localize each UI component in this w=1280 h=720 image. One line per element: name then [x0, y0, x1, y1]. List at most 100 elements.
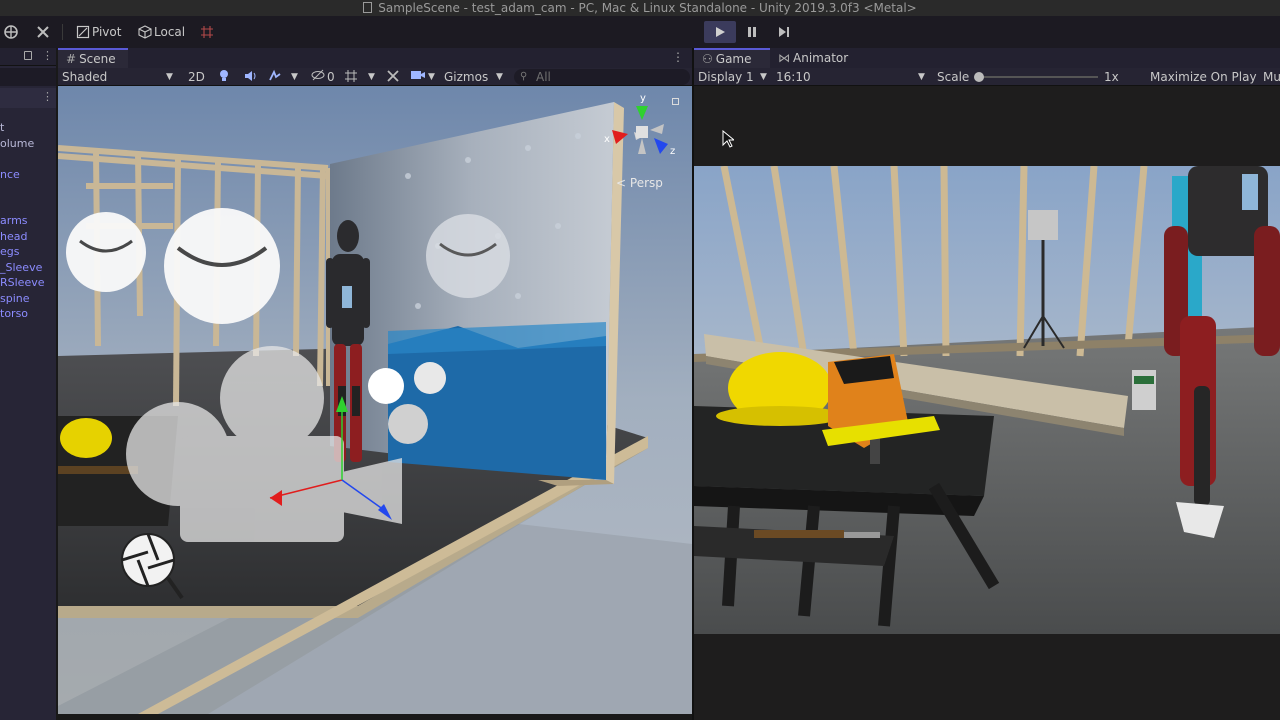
lock-icon[interactable] [24, 51, 32, 60]
hierarchy-scene-row[interactable]: ⋮ [0, 88, 56, 108]
display-dropdown[interactable]: Display 1 [698, 69, 754, 85]
hierarchy-item[interactable]: spine [0, 291, 56, 307]
camera-icon [411, 71, 425, 79]
game-tab-icon: ⚇ [702, 52, 713, 66]
hierarchy-item[interactable]: arms [0, 213, 56, 229]
step-button[interactable] [768, 21, 800, 43]
pause-button[interactable] [736, 21, 768, 43]
audio-toggle[interactable] [244, 69, 258, 87]
effects-icon [269, 69, 281, 81]
axis-y-label: y [640, 93, 646, 104]
maximize-on-play-toggle[interactable]: Maximize On Play [1150, 69, 1257, 85]
hierarchy-item[interactable]: nce [0, 167, 56, 183]
scale-value: 1x [1104, 70, 1119, 84]
display-dropdown-arrow-icon[interactable]: ▼ [760, 69, 767, 85]
play-icon [716, 27, 725, 37]
effects-toggle[interactable] [268, 69, 282, 87]
tools-icon [34, 23, 52, 41]
grid-icon [345, 70, 357, 82]
pivot-toggle-button[interactable]: Pivot [74, 22, 121, 42]
hierarchy-item[interactable] [0, 198, 56, 214]
local-label: Local [154, 25, 186, 39]
tab-game[interactable]: ⚇ Game [694, 48, 770, 68]
hierarchy-item[interactable] [0, 182, 56, 198]
hierarchy-item[interactable]: RSleeve [0, 275, 56, 291]
hidden-layers-count: 0 [327, 70, 335, 84]
projection-toggle[interactable]: < Persp [616, 176, 663, 190]
lighting-toggle[interactable] [218, 69, 230, 87]
scene-menu-icon[interactable]: ⋮ [42, 90, 53, 103]
play-controls [704, 21, 800, 43]
scene-render[interactable] [58, 86, 692, 714]
window-title-bar: SampleScene - test_adam_cam - PC, Mac & … [0, 0, 1280, 16]
transform-tool-icon [2, 23, 20, 41]
hierarchy-header: ⋮ [0, 48, 56, 66]
local-cube-icon [136, 23, 154, 41]
transform-tool-button[interactable] [2, 22, 20, 42]
persp-arrow-icon: < [616, 176, 627, 190]
pivot-label: Pivot [92, 25, 122, 39]
grid-snap-icon [198, 23, 216, 41]
game-view[interactable] [694, 86, 1280, 720]
scale-slider-thumb[interactable] [974, 72, 984, 82]
eye-slash-icon [311, 69, 325, 81]
mute-audio-toggle[interactable]: Mu [1263, 69, 1280, 85]
scene-panel-menu-icon[interactable]: ⋮ [672, 50, 684, 64]
hierarchy-panel: ⋮ ⋮ t olume nce arms head egs _Sleeve RS… [0, 48, 56, 720]
mouse-cursor-icon [722, 129, 736, 151]
gizmos-dropdown[interactable]: Gizmos [444, 69, 488, 85]
play-button[interactable] [704, 21, 736, 43]
game-toolbar: Display 1 ▼ 16:10 ▼ Scale 1x Maximize On… [694, 68, 1280, 86]
local-toggle-button[interactable]: Local [136, 22, 185, 42]
hierarchy-item[interactable]: _Sleeve [0, 260, 56, 276]
speaker-icon [245, 71, 256, 81]
tools-toggle[interactable] [386, 69, 400, 87]
window-title: SampleScene - test_adam_cam - PC, Mac & … [378, 1, 917, 15]
custom-tool-button[interactable] [34, 22, 52, 42]
game-tab-bar: ⚇ Game ⋈ Animator [694, 48, 1280, 68]
scale-slider[interactable] [976, 76, 1098, 78]
hierarchy-search-input[interactable] [0, 68, 56, 86]
axis-x-label: x [604, 134, 610, 145]
animator-tab-icon: ⋈ [778, 51, 790, 65]
aspect-dropdown[interactable]: 16:10 [776, 69, 811, 85]
light-bulb-icon [220, 70, 228, 81]
hierarchy-item[interactable] [0, 151, 56, 167]
scene-tab-bar: # Scene ⋮ [58, 48, 692, 68]
aspect-dropdown-arrow-icon[interactable]: ▼ [918, 69, 925, 85]
panel-menu-icon[interactable]: ⋮ [42, 49, 53, 62]
hierarchy-item[interactable]: torso [0, 306, 56, 322]
grid-dropdown-arrow-icon[interactable]: ▼ [368, 69, 375, 85]
scene-search-input[interactable]: ⚲ All [514, 69, 690, 85]
search-icon: ⚲ [520, 71, 528, 82]
mode-2d-toggle[interactable]: 2D [188, 69, 205, 85]
camera-dropdown-arrow-icon[interactable]: ▼ [428, 69, 435, 85]
shading-dropdown-arrow-icon: ▼ [166, 72, 173, 82]
shading-mode-dropdown[interactable]: Shaded [62, 69, 107, 85]
tab-animator[interactable]: ⋈ Animator [770, 48, 856, 68]
game-render[interactable] [694, 166, 1280, 634]
pivot-icon [74, 23, 92, 41]
step-icon [779, 27, 789, 37]
pause-icon [748, 27, 756, 37]
scale-label: Scale [937, 70, 970, 84]
scene-tab-icon: # [66, 52, 77, 66]
hidden-layers-toggle[interactable] [310, 69, 326, 85]
tab-scene[interactable]: # Scene [58, 48, 128, 68]
camera-settings-button[interactable] [410, 69, 426, 85]
tools-cross-icon [387, 70, 399, 82]
effects-dropdown-arrow-icon[interactable]: ▼ [291, 69, 298, 85]
hierarchy-item[interactable]: olume [0, 136, 56, 152]
document-icon [363, 2, 373, 13]
grid-snap-button[interactable] [198, 22, 216, 42]
scene-orientation-gizmo[interactable]: x y z [604, 93, 676, 174]
gizmos-dropdown-arrow-icon[interactable]: ▼ [496, 69, 503, 85]
gizmo-lock-icon[interactable] [672, 98, 679, 105]
hierarchy-item[interactable]: t [0, 120, 56, 136]
scene-viewport[interactable]: x y z < Persp [58, 86, 692, 714]
scene-toolbar: Shaded ▼ 2D ▼ 0 ▼ ▼ Gizmos ▼ ⚲ All [58, 68, 692, 86]
axis-z-label: z [670, 146, 676, 157]
hierarchy-item[interactable]: egs [0, 244, 56, 260]
grid-toggle[interactable] [344, 69, 358, 87]
hierarchy-item[interactable]: head [0, 229, 56, 245]
